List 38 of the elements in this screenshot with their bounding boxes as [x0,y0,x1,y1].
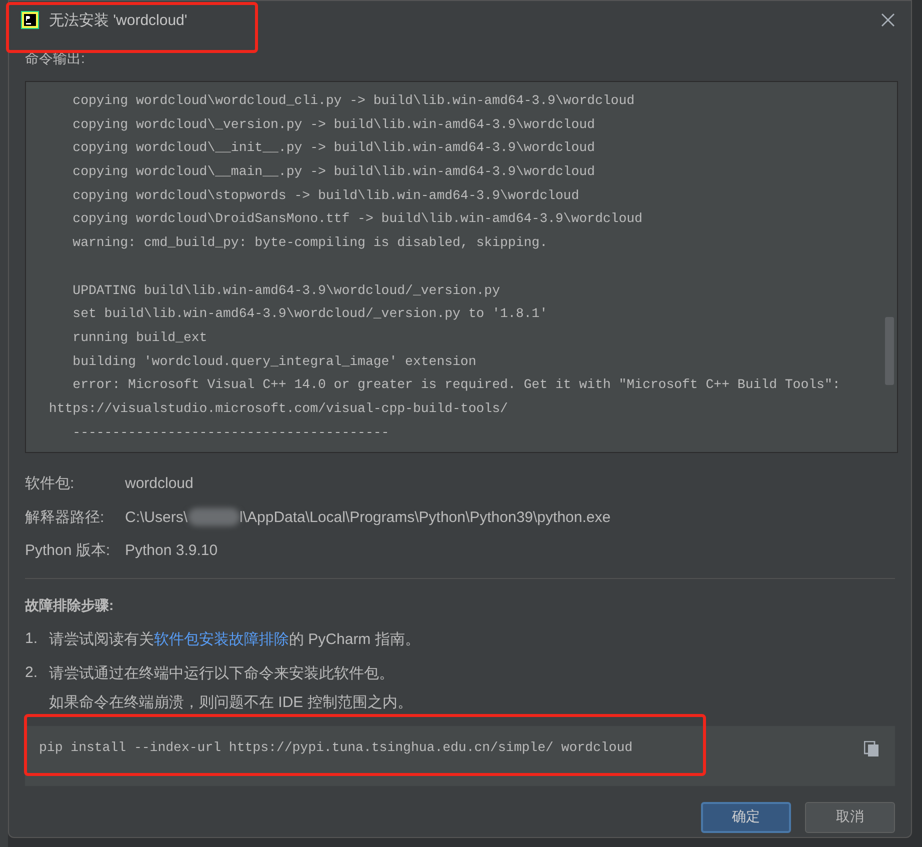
field-value: wordcloud [125,475,194,492]
close-icon [881,13,895,27]
copy-icon[interactable] [864,740,879,756]
output-line: copying wordcloud\stopwords -> build\lib.win-amd64-3.9\wordcloud [72,186,580,205]
output-line: building 'wordcloud.query_integral_image' extension [72,352,478,371]
output-line: https://visualstudio.microsoft.com/visual-cpp-build-tools/ [48,400,509,418]
output-line: set build\lib.win-amd64-3.9\wordcloud/_version.py to '1.8.1' [72,305,548,324]
field-label: 软件包: [25,474,76,494]
guide-link[interactable]: 软件包安装故障排除 [154,630,289,648]
output-line: UPDATING build\lib.win-amd64-3.9\wordcloud/_version.py [72,282,501,300]
field-value: C:\Users\ [125,508,188,526]
output-line: error: Microsoft Visual C++ 14.0 or greater is required. Get it with "Microsoft C++ Build Tools": [72,376,842,394]
output-line: warning: cmd_build_py: byte-compiling is disabled, skipping. [72,234,548,252]
output-line: running build_ext [72,328,208,347]
note-text: 如果命令在终端崩溃，则问题不在 IDE 控制范围之内。 [49,694,414,712]
step-text: 请尝试阅读有关软件包安装故障排除的 PyCharm 指南。 [49,630,420,648]
app-logo-icon [21,11,39,29]
output-line: copying wordcloud\__main__.py -> build\lib.win-amd64-3.9\wordcloud [72,163,596,182]
field-label: Python 版本: [25,541,112,560]
output-line: copying wordcloud\__init__.py -> build\lib.win-amd64-3.9\wordcloud [72,139,596,158]
step-text: 请尝试通过在终端中运行以下命令来安装此软件包。 [49,664,394,682]
field-value: Python 3.9.10 [125,542,218,560]
output-line: copying wordcloud\_version.py -> build\lib.win-amd64-3.9\wordcloud [72,116,596,134]
redaction-blur [188,508,240,526]
window-title: 无法安装 'wordcloud' [49,10,188,30]
ok-button[interactable]: 确定 [701,802,791,832]
scrollbar-thumb[interactable] [885,317,894,385]
cancel-button[interactable]: 取消 [805,802,895,832]
step-number: 2. [25,664,39,682]
command-text: pip install --index-url https://pypi.tuna.tsinghua.edu.cn/simple/ wordcloud [39,740,633,755]
field-value: l\AppData\Local\Programs\Python\Python39\python.exe [240,508,611,526]
output-line: copying wordcloud\DroidSansMono.ttf -> build\lib.win-amd64-3.9\wordcloud [72,210,644,228]
step-number: 1. [25,630,39,648]
output-line: copying wordcloud\wordcloud_cli.py -> build\lib.win-amd64-3.9\wordcloud [72,92,636,110]
field-label: 解释器路径: [25,508,106,527]
output-label: 命令输出: [25,51,85,65]
section-heading: 故障排除步骤: [25,596,115,614]
output-line: ---------------------------------------- [72,424,390,442]
